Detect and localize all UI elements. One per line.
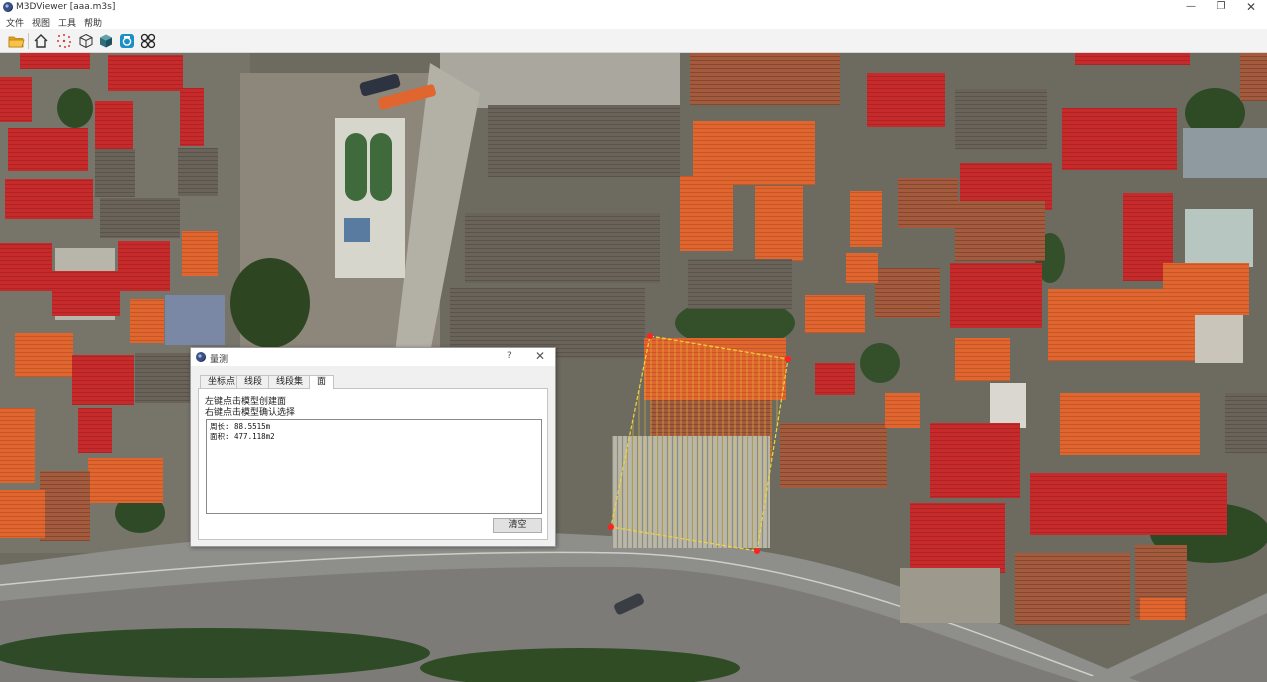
app-logo-icon (3, 2, 13, 12)
result-area: 面积: 477.118m2 (210, 432, 275, 441)
wireframe-cube-icon[interactable] (76, 31, 96, 51)
measure-tool-icon[interactable] (138, 31, 158, 51)
tab-polyline[interactable]: 线段集 (268, 375, 312, 388)
result-perimeter: 周长: 88.5515m (210, 422, 271, 431)
minimize-button[interactable]: — (1176, 0, 1206, 15)
tab-area[interactable]: 面 (309, 375, 335, 389)
polygon-vertex (647, 333, 653, 339)
polygon-vertex (785, 356, 791, 362)
close-window-button[interactable]: ✕ (1236, 0, 1266, 15)
tab-line-segment[interactable]: 线段 (236, 375, 271, 388)
close-dialog-button[interactable]: ✕ (535, 349, 545, 363)
window-title: M3DViewer [aaa.m3s] (16, 2, 116, 12)
dialog-title-bar[interactable]: 量测 ? ✕ (191, 348, 555, 366)
home-icon[interactable] (31, 31, 51, 51)
polygon-vertex (754, 548, 760, 554)
result-textbox[interactable]: 周长: 88.5515m 面积: 477.118m2 (206, 419, 542, 514)
point-cloud-icon[interactable] (54, 31, 74, 51)
open-folder-icon[interactable] (6, 31, 26, 51)
textured-cube-icon[interactable] (96, 31, 116, 51)
menu-view[interactable]: 视图 (32, 16, 50, 29)
hint-right-click: 右键点击模型确认选择 (205, 408, 296, 418)
maximize-button[interactable]: ❐ (1206, 0, 1236, 15)
camera-icon[interactable] (117, 31, 137, 51)
title-bar: M3DViewer [aaa.m3s] — ❐ ✕ (0, 0, 1267, 15)
toolbar-separator (28, 33, 29, 49)
menu-tools[interactable]: 工具 (58, 16, 76, 29)
menu-file[interactable]: 文件 (6, 16, 24, 29)
menu-help[interactable]: 帮助 (84, 16, 102, 29)
clear-button[interactable]: 清空 (493, 518, 542, 533)
measure-dialog[interactable]: 量测 ? ✕ 坐标点 线段 线段集 面 左键点击模型创建面 右键点击模型确认选择… (190, 347, 556, 547)
polygon-vertex (608, 524, 614, 530)
dialog-title: 量测 (210, 355, 229, 365)
menu-bar: 文件 视图 工具 帮助 (0, 15, 1267, 29)
app-logo-icon (196, 352, 206, 362)
help-button[interactable]: ? (507, 351, 512, 361)
toolbar (0, 29, 1267, 53)
tab-panel-area: 左键点击模型创建面 右键点击模型确认选择 周长: 88.5515m 面积: 47… (198, 388, 548, 540)
